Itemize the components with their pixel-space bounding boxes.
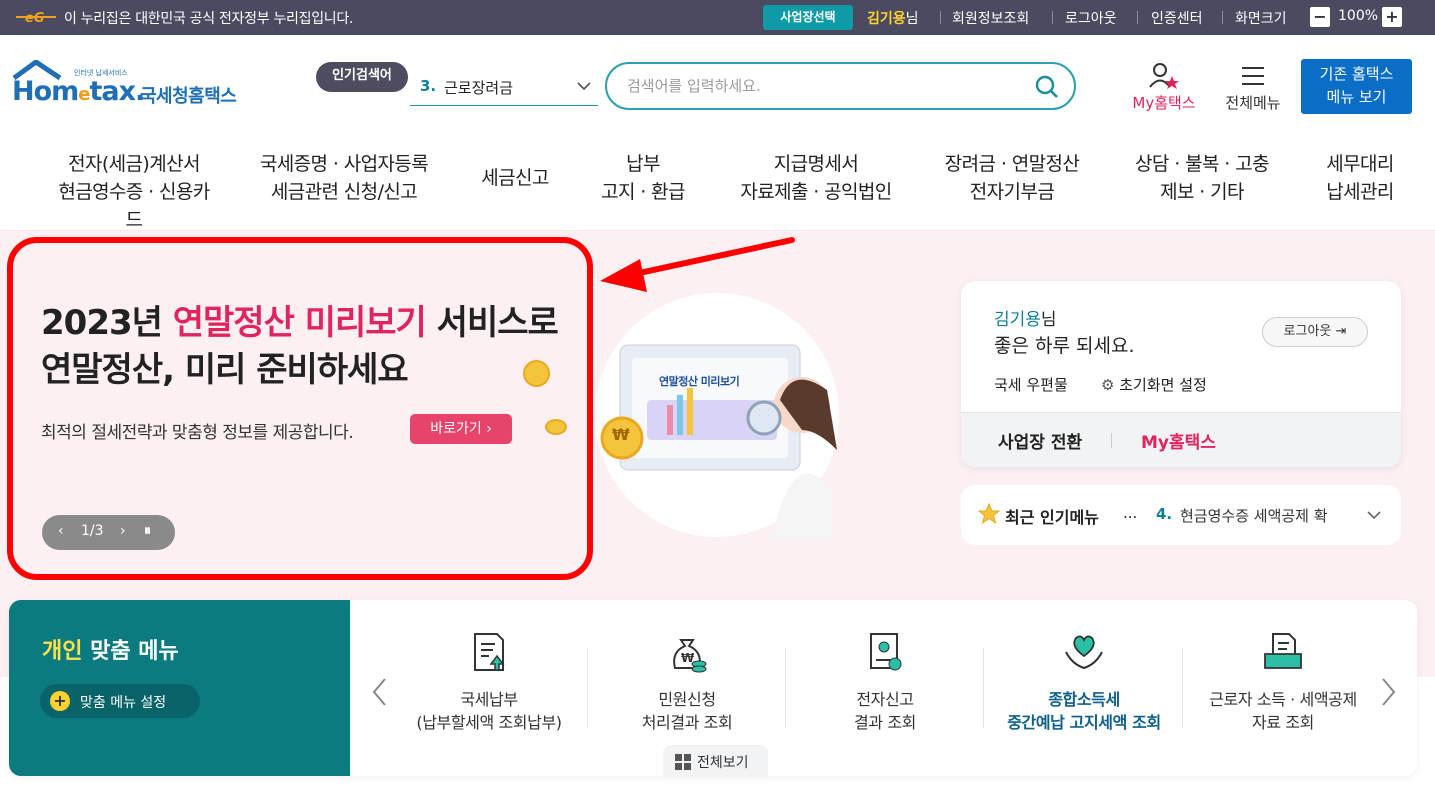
gnb-invoice[interactable]: 전자(세금)계산서 현금영수증 · 신용카드 xyxy=(58,150,210,234)
card-footer: 사업장 전환 My홈택스 xyxy=(961,412,1401,467)
greeting-text: 좋은 하루 되세요. xyxy=(994,335,1135,357)
popular-rank: 3. xyxy=(420,77,437,95)
plus-icon: + xyxy=(50,691,70,711)
chevron-down-icon xyxy=(577,82,591,91)
popular-menu-rank: 4. xyxy=(1156,505,1173,523)
all-menu-label: 전체메뉴 xyxy=(1225,94,1281,112)
hamburger-icon xyxy=(1242,67,1264,85)
home-setting-link[interactable]: ⚙ 초기화면 설정 xyxy=(1101,374,1207,395)
gnb-year-end[interactable]: 장려금 · 연말정산 전자기부금 xyxy=(938,150,1086,206)
search-icon[interactable] xyxy=(1035,75,1059,99)
gnb-consult[interactable]: 상담 · 불복 · 고충 제보 · 기타 xyxy=(1127,150,1277,206)
popular-menu-bar[interactable]: 최근 인기메뉴 ... 4. 현금영수증 세액공제 확 xyxy=(961,485,1401,545)
all-view-tab[interactable]: 전체보기 xyxy=(663,745,768,777)
popular-search-badge: 인기검색어 xyxy=(316,62,408,92)
year-end-illustration xyxy=(595,293,839,540)
gear-icon: ⚙ xyxy=(1101,376,1115,394)
user-name: 김기용님 xyxy=(994,310,1057,330)
logout-icon: ⇥ xyxy=(1335,324,1347,339)
member-info-link[interactable]: 회원정보조회 xyxy=(952,8,1029,28)
gnb-payment[interactable]: 납부 고지 · 환급 xyxy=(593,150,693,206)
all-menu-button[interactable]: 전체메뉴 xyxy=(1218,62,1288,114)
grid-icon xyxy=(675,754,691,770)
illustration-coin-symbol: ₩ xyxy=(612,425,630,444)
star-icon xyxy=(978,503,1000,525)
chevron-left-icon[interactable] xyxy=(370,677,390,707)
custom-menu-setting-button[interactable]: + 맞춤 메뉴 설정 xyxy=(40,684,200,718)
chevron-right-icon[interactable] xyxy=(1378,677,1398,707)
custom-menu-item[interactable]: 국세납부 (납부할세액 조회납부) xyxy=(390,600,588,776)
card-logout-button[interactable]: 로그아웃 ⇥ xyxy=(1262,317,1368,347)
custom-menu-item[interactable]: 종합소득세 중간예납 고지세액 조회 xyxy=(985,600,1183,776)
chevron-down-icon[interactable] xyxy=(1366,509,1382,521)
old-home-menu-button[interactable]: 기존 홈택스 메뉴 보기 xyxy=(1301,59,1412,114)
gnb-statements[interactable]: 지급명세서 자료제출 · 공익법인 xyxy=(733,150,899,206)
logo-wordmark: Hometax. xyxy=(12,76,145,107)
search-box xyxy=(605,62,1076,110)
gov-emblem-icon: eG xyxy=(16,11,56,26)
gnb-agent[interactable]: 세무대리 납세관리 xyxy=(1311,150,1409,206)
gnb-certificate[interactable]: 국세증명 · 사업자등록 세금관련 신청/신고 xyxy=(255,150,433,206)
red-arrow-annotation xyxy=(600,237,795,292)
logo-korean: 국세청홈택스 xyxy=(140,86,237,107)
gov-notice-bar: eG 이 누리집은 대한민국 공식 전자정부 누리집입니다. 사업장선택 김기용… xyxy=(0,0,1435,35)
svg-text:eG: eG xyxy=(25,11,45,26)
popular-menu-title: 최근 인기메뉴 xyxy=(1005,508,1099,527)
money-bag-icon: ₩ xyxy=(673,639,707,673)
tax-payment-icon xyxy=(474,633,505,671)
hometax-logo[interactable]: 인터넷 납세서비스 Hometax. 국세청홈택스 xyxy=(12,60,252,120)
business-select-button[interactable]: 사업장선택 xyxy=(763,5,853,30)
custom-menu-item[interactable]: 근로자 소득 · 세액공제 자료 조회 xyxy=(1184,600,1382,776)
popular-search-select[interactable]: 3. 근로장려금 xyxy=(410,70,598,106)
popular-menu-ellipsis: ... xyxy=(1123,504,1138,522)
screen-size-label: 화면크기 xyxy=(1235,11,1287,27)
search-input[interactable] xyxy=(627,75,1017,97)
zoom-in-button[interactable]: + xyxy=(1382,7,1402,27)
mailbox-link[interactable]: 국세 우편물 xyxy=(994,374,1068,395)
document-tray-icon xyxy=(1264,633,1302,669)
custom-menu-title: 개인 맞춤 메뉴 xyxy=(42,639,179,664)
popular-menu-item: 현금영수증 세액공제 확 xyxy=(1180,507,1328,525)
zoom-out-button[interactable]: − xyxy=(1310,7,1330,27)
cert-center-link[interactable]: 인증센터 xyxy=(1151,8,1203,28)
switch-business-link[interactable]: 사업장 전환 xyxy=(998,428,1082,453)
custom-menu-item[interactable]: 전자신고 결과 조회 xyxy=(786,600,984,776)
certificate-icon xyxy=(870,633,902,671)
popular-term: 근로장려금 xyxy=(444,79,514,97)
illustration-screen-title: 연말정산 미리보기 xyxy=(659,375,740,388)
user-info-card: 김기용님 좋은 하루 되세요. 로그아웃 ⇥ 국세 우편물 ⚙ 초기화면 설정 … xyxy=(961,281,1401,467)
heart-hands-icon xyxy=(1065,635,1103,670)
gov-notice-text: 이 누리집은 대한민국 공식 전자정부 누리집입니다. xyxy=(64,11,354,27)
myhometax-label: My홈택스 xyxy=(1132,94,1196,112)
zoom-level: 100% xyxy=(1338,8,1379,24)
user-star-icon xyxy=(1149,63,1179,89)
user-name-link[interactable]: 김기용님 xyxy=(867,8,919,28)
gnb-tax-report[interactable]: 세금신고 xyxy=(475,164,555,192)
myhometax-button[interactable]: My홈택스 xyxy=(1124,62,1204,114)
custom-menu-header: 개인 맞춤 메뉴 + 맞춤 메뉴 설정 xyxy=(9,600,350,776)
highlight-box xyxy=(7,237,593,580)
card-myhometax-link[interactable]: My홈택스 xyxy=(1141,428,1216,453)
logout-link[interactable]: 로그아웃 xyxy=(1065,8,1117,28)
